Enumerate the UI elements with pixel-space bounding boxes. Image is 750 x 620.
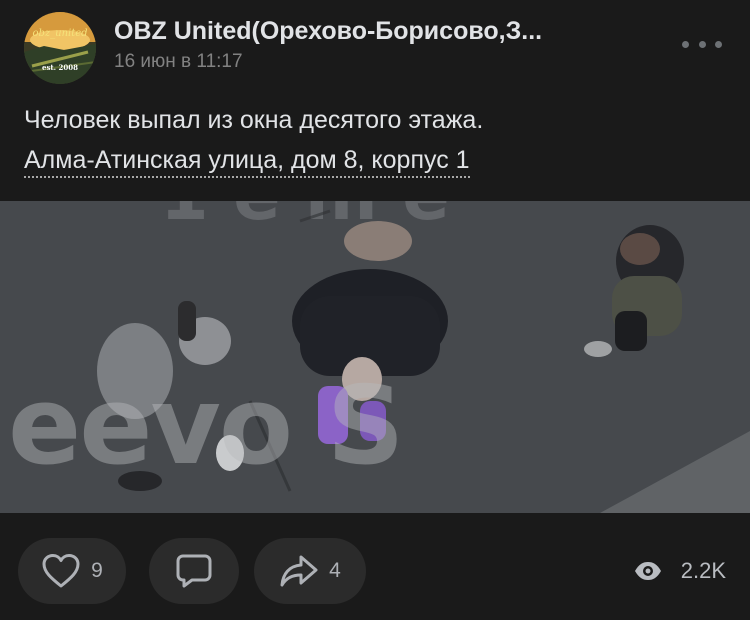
share-count: 4: [329, 559, 341, 582]
avatar-est-text: est. 2008: [42, 63, 78, 72]
more-options-button[interactable]: [682, 30, 722, 58]
photo-scene: 1 e m e eevo S: [0, 201, 750, 513]
post-text: Человек выпал из окна десятого этажа. Ал…: [24, 100, 724, 180]
share-button[interactable]: 4: [254, 538, 366, 604]
views-count: 2.2K: [680, 558, 726, 583]
post-text-line: Человек выпал из окна десятого этажа.: [24, 106, 484, 134]
comment-icon: [176, 554, 212, 588]
community-name-link[interactable]: OBZ United(Орехово-Борисово,З...: [114, 17, 649, 46]
views-counter: 2.2K: [633, 538, 726, 604]
post-photo[interactable]: 1 e m e eevo S: [0, 201, 750, 513]
svg-text:eevo S: eevo S: [8, 364, 402, 489]
more-dot: [715, 40, 722, 48]
more-horizontal-icon: [682, 40, 689, 48]
like-button[interactable]: 9: [18, 538, 126, 604]
avatar-image: [24, 12, 96, 84]
comment-button[interactable]: [149, 538, 239, 604]
post-actions-bar: 9 4 2.2K: [0, 538, 750, 604]
address-link[interactable]: Алма-Атинская улица, дом 8, корпус 1: [24, 146, 470, 178]
heart-icon: [42, 554, 80, 588]
avatar-logo-text: obz_united: [32, 28, 88, 39]
eye-icon: [634, 562, 661, 580]
more-dot: [698, 40, 706, 48]
community-avatar[interactable]: obz_united est. 2008: [24, 12, 96, 84]
post-date[interactable]: 16 июн в 11:17: [114, 51, 243, 73]
like-count: 9: [91, 559, 103, 582]
photo-watermark: eevo S: [8, 364, 402, 489]
post-card: obz_united est. 2008 OBZ United(Орехово-…: [0, 0, 750, 620]
share-arrow-icon: [280, 555, 318, 587]
